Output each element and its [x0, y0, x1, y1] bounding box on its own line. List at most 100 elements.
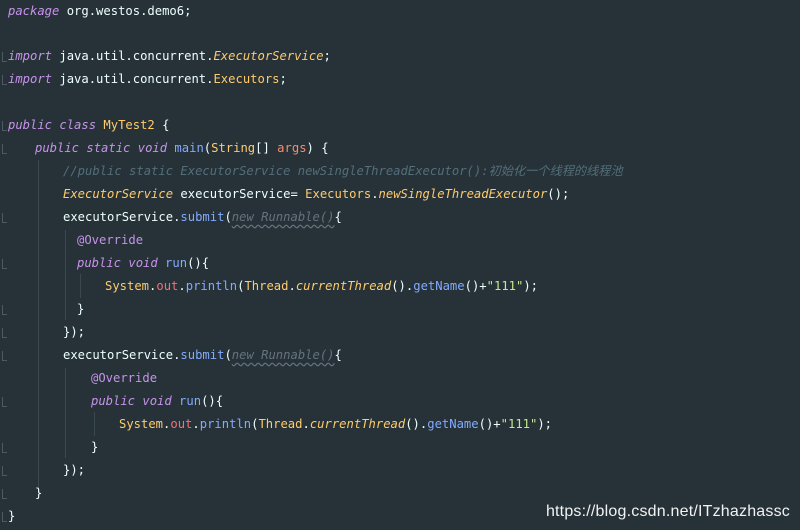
semicolon: ;: [323, 49, 331, 63]
dot: .: [178, 279, 186, 293]
code-line-override-2[interactable]: @Override: [91, 367, 157, 390]
fold-marker[interactable]: [2, 351, 7, 361]
code-line-run-1[interactable]: public void run(){: [77, 252, 209, 275]
fold-marker[interactable]: [2, 443, 7, 453]
fold-marker[interactable]: [2, 75, 7, 85]
code-line-run-2[interactable]: public void run(){: [91, 390, 223, 413]
method-name: main: [167, 141, 204, 155]
code-line-override-1[interactable]: @Override: [77, 229, 143, 252]
code-line-submit-2[interactable]: executorService.submit(new Runnable(){: [63, 344, 342, 367]
code-line-close-run-1[interactable]: }: [77, 298, 84, 321]
method-name: println: [199, 417, 252, 431]
brace: });: [63, 463, 86, 477]
method-name: currentThread: [309, 417, 406, 431]
code-line-println-1[interactable]: System.out.println(Thread.currentThread(…: [105, 275, 538, 298]
code-line-class-decl[interactable]: public class MyTest2 {: [8, 114, 169, 137]
brace: }: [77, 302, 85, 316]
code-line-close-submit-1[interactable]: });: [63, 321, 85, 344]
paren: );: [523, 279, 539, 293]
paren: ()+: [464, 279, 487, 293]
type-name: String: [211, 141, 256, 155]
method-name: submit: [180, 348, 225, 362]
variable: executorService: [63, 210, 174, 224]
variable: executorService: [173, 187, 291, 201]
anonymous-class-hint: new Runnable(): [231, 210, 335, 224]
package-path: java.util.concurrent.: [52, 72, 214, 86]
annotation: @Override: [91, 371, 158, 385]
fold-marker[interactable]: [2, 512, 7, 522]
dot: .: [302, 417, 310, 431]
code-line-close-class[interactable]: }: [8, 505, 15, 528]
indent-guide: [65, 230, 66, 320]
fold-marker[interactable]: [2, 305, 7, 315]
class-name: ExecutorService: [213, 49, 324, 63]
code-line-close-run-2[interactable]: }: [91, 436, 98, 459]
keyword: import: [8, 49, 53, 63]
semicolon: ;: [279, 72, 287, 86]
type-name: ExecutorService: [63, 187, 174, 201]
keyword: void: [135, 394, 172, 408]
fold-marker[interactable]: [2, 397, 7, 407]
brace: });: [63, 325, 86, 339]
method-name: getName: [427, 417, 479, 431]
method-name: getName: [413, 279, 465, 293]
code-line-executor-init[interactable]: ExecutorService executorService= Executo…: [63, 183, 569, 206]
code-editor[interactable]: package org.westos.demo6; import java.ut…: [0, 0, 800, 530]
fold-marker[interactable]: [2, 466, 7, 476]
keyword: public: [8, 118, 53, 132]
keyword: static: [79, 141, 131, 155]
fold-marker[interactable]: [2, 328, 7, 338]
keyword: import: [8, 72, 53, 86]
dot: .: [288, 279, 296, 293]
method-name: println: [185, 279, 238, 293]
fold-marker[interactable]: [2, 121, 7, 131]
keyword: public: [35, 141, 80, 155]
watermark-url: https://blog.csdn.net/ITzhazhassc: [545, 503, 790, 520]
paren: (){: [201, 394, 224, 408]
code-line-close-main[interactable]: }: [35, 482, 42, 505]
keyword: package: [8, 4, 60, 18]
code-line-import-executorservice[interactable]: import java.util.concurrent.ExecutorServ…: [8, 45, 331, 68]
code-line-main-decl[interactable]: public static void main(String[] args) {: [35, 137, 329, 160]
brace: {: [334, 210, 342, 224]
brace: {: [154, 118, 170, 132]
class-name: Thread: [244, 279, 289, 293]
code-line-package[interactable]: package org.westos.demo6;: [8, 0, 191, 23]
paren: (): [405, 417, 420, 431]
paren: ): [306, 141, 314, 155]
package-path: java.util.concurrent.: [52, 49, 214, 63]
fold-marker[interactable]: [2, 489, 7, 499]
brace: {: [313, 141, 329, 155]
indent-guide: [65, 368, 66, 458]
fold-marker[interactable]: [2, 213, 7, 223]
array-brackets: []: [255, 141, 270, 155]
paren: (): [391, 279, 406, 293]
comment: //public static ExecutorService newSingl…: [63, 164, 623, 178]
field: out: [156, 279, 179, 293]
method-name: run: [171, 394, 202, 408]
variable: executorService: [63, 348, 174, 362]
class-name: Executors: [297, 187, 372, 201]
paren: (){: [187, 256, 210, 270]
paren: );: [537, 417, 553, 431]
class-name: MyTest2: [96, 118, 155, 132]
fold-marker[interactable]: [2, 144, 7, 154]
fold-marker[interactable]: [2, 259, 7, 269]
code-line-close-submit-2[interactable]: });: [63, 459, 85, 482]
code-line-submit-1[interactable]: executorService.submit(new Runnable(){: [63, 206, 342, 229]
annotation: @Override: [77, 233, 144, 247]
fold-marker[interactable]: [2, 52, 7, 62]
package-name: org.westos.demo6: [59, 4, 185, 18]
paren: (: [224, 348, 232, 362]
code-line-comment[interactable]: //public static ExecutorService newSingl…: [63, 160, 623, 183]
class-name: Thread: [258, 417, 303, 431]
method-name: submit: [180, 210, 225, 224]
keyword: void: [121, 256, 158, 270]
code-line-println-2[interactable]: System.out.println(Thread.currentThread(…: [119, 413, 552, 436]
code-line-import-executors[interactable]: import java.util.concurrent.Executors;: [8, 68, 287, 91]
class-name: System: [105, 279, 150, 293]
method-name: currentThread: [295, 279, 392, 293]
dot: .: [192, 417, 200, 431]
keyword: void: [130, 141, 168, 155]
indent-guide: [80, 274, 81, 298]
